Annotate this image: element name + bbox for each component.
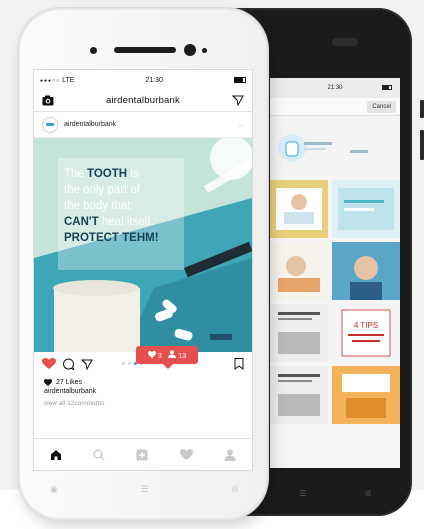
back-phone-speaker bbox=[332, 38, 358, 46]
earpiece-speaker bbox=[114, 47, 176, 53]
caption-text: The bbox=[64, 168, 88, 180]
carrier-label: LTE bbox=[62, 76, 75, 84]
notification-likes-count: 3 bbox=[157, 350, 162, 360]
post-username[interactable]: airdentalburbank bbox=[64, 121, 238, 128]
grid-tile-4[interactable] bbox=[332, 242, 400, 300]
hardware-home-icon[interactable]: ◉ bbox=[50, 484, 58, 495]
search-icon[interactable] bbox=[93, 449, 105, 461]
back-status-bar: 21:30 bbox=[270, 78, 400, 98]
status-time: 21:30 bbox=[145, 76, 163, 84]
grid-tile-6-text: 4 TIPS bbox=[354, 321, 378, 330]
share-icon[interactable] bbox=[81, 359, 93, 370]
caption-line-1: The TOOTH is bbox=[64, 166, 178, 182]
view-comments-link[interactable]: view all 12comments bbox=[34, 400, 252, 412]
caption-line-4: CAN'T heal itself. bbox=[64, 214, 178, 230]
caption-emphasis: TOOTH bbox=[87, 168, 128, 180]
avatar[interactable] bbox=[42, 116, 58, 133]
hardware-menu-icon[interactable]: ☰ bbox=[141, 484, 149, 495]
caption-line-3: the body that bbox=[64, 200, 131, 212]
hardware-signal-icon[interactable]: ıll bbox=[232, 484, 239, 495]
caption-text: is bbox=[127, 168, 139, 180]
caption-line-2: the only part of bbox=[64, 184, 141, 196]
instagram-screen: ●●●○○ LTE 21:30 airdentalburbank airdent… bbox=[34, 70, 252, 470]
send-icon[interactable] bbox=[231, 95, 244, 106]
notification-followers-count: 13 bbox=[178, 351, 187, 360]
grid-tile-5[interactable] bbox=[270, 304, 328, 362]
caption-text: heal itself. bbox=[98, 216, 154, 228]
notification-followers: 13 bbox=[167, 350, 187, 360]
post-header: airdentalburbank ... bbox=[34, 112, 252, 138]
front-sensor bbox=[202, 48, 207, 53]
carrier-info: ●●●○○ LTE bbox=[40, 77, 74, 84]
caption-line-5: PROTECT TEHM! bbox=[64, 230, 178, 246]
proximity-sensor bbox=[90, 47, 97, 54]
likes-heart-icon bbox=[44, 378, 52, 386]
grid-tile-7[interactable] bbox=[270, 366, 328, 424]
post-caption-overlay: The TOOTH is the only part of the body t… bbox=[58, 158, 184, 270]
cancel-button[interactable]: Cancel bbox=[367, 101, 396, 113]
profile-icon[interactable] bbox=[224, 449, 236, 461]
grid-tile-6[interactable]: 4 TIPS bbox=[332, 304, 400, 362]
front-camera bbox=[184, 44, 196, 56]
grid-tile-1[interactable] bbox=[270, 180, 328, 238]
post-image[interactable]: The TOOTH is the only part of the body t… bbox=[34, 138, 252, 352]
front-phone-buttons: ◉ ☰ ıll bbox=[50, 484, 238, 495]
bottom-tab-bar bbox=[34, 438, 252, 470]
notification-heart-icon bbox=[147, 350, 156, 358]
back-battery-icon bbox=[382, 85, 392, 90]
app-header: airdentalburbank bbox=[34, 90, 252, 112]
signal-icon: ●●●○○ bbox=[40, 77, 61, 84]
back-phone-buttons: ☰ ıll bbox=[270, 478, 400, 508]
add-icon[interactable] bbox=[136, 449, 148, 461]
back-menu-icon[interactable]: ☰ bbox=[299, 489, 306, 498]
caption-emphasis: CAN'T bbox=[64, 216, 99, 228]
caption-emphasis: PROTECT TEHM! bbox=[64, 232, 159, 244]
back-signal-icon[interactable]: ıll bbox=[365, 489, 371, 498]
status-bar: ●●●○○ LTE 21:30 bbox=[34, 70, 252, 90]
back-side-button bbox=[420, 100, 424, 118]
grid-tile-3[interactable] bbox=[270, 242, 328, 300]
like-heart-icon[interactable] bbox=[42, 358, 56, 370]
more-options-icon[interactable]: ... bbox=[238, 121, 244, 128]
caption-owner[interactable]: airdentalburbank bbox=[34, 388, 252, 400]
bookmark-icon[interactable] bbox=[234, 358, 244, 370]
front-phone: ●●●○○ LTE 21:30 airdentalburbank airdent… bbox=[18, 8, 268, 520]
back-phone-screen: 21:30 Cancel 4 TIPS bbox=[270, 78, 400, 468]
battery-icon bbox=[233, 77, 246, 83]
likes-row: 27 Likes bbox=[34, 376, 252, 388]
camera-icon[interactable] bbox=[42, 95, 54, 106]
notification-user-icon bbox=[167, 350, 176, 358]
back-status-time: 21:30 bbox=[327, 85, 343, 91]
activity-icon[interactable] bbox=[179, 448, 193, 461]
back-top-bar: Cancel bbox=[270, 98, 400, 116]
notification-likes: 3 bbox=[147, 350, 162, 360]
grid-tile-header[interactable] bbox=[270, 118, 400, 176]
grid-tile-2[interactable] bbox=[332, 180, 400, 238]
back-volume-button bbox=[420, 130, 424, 160]
home-icon[interactable] bbox=[50, 449, 62, 461]
activity-notification[interactable]: 3 13 bbox=[136, 346, 198, 369]
grid-tile-8[interactable] bbox=[332, 366, 400, 424]
likes-count[interactable]: 27 Likes bbox=[56, 379, 82, 386]
page-title: airdentalburbank bbox=[106, 95, 180, 106]
comment-icon[interactable] bbox=[62, 358, 75, 370]
